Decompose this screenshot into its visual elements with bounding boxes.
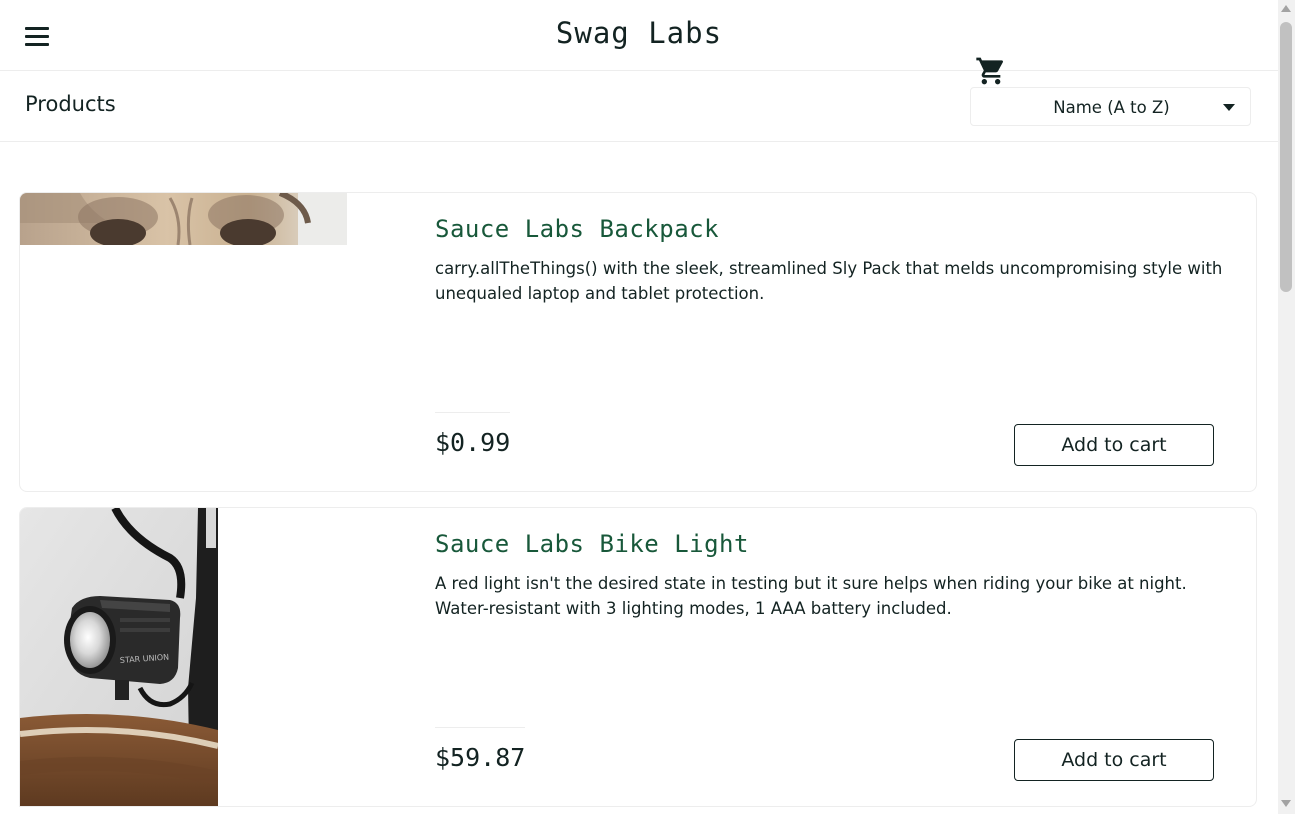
caret-down-icon <box>1223 104 1235 111</box>
item-price: $59.87 <box>435 743 526 772</box>
scrollbar-thumb[interactable] <box>1280 22 1292 292</box>
inventory-page: Swag Labs Products Name (A to Z) Sauce L… <box>0 0 1278 814</box>
inventory-item: Sauce Labs Backpack carry.allTheThings()… <box>19 192 1257 492</box>
item-price: $0.99 <box>435 428 511 457</box>
sort-dropdown[interactable]: Name (A to Z) <box>970 87 1251 126</box>
sort-selected-value: Name (A to Z) <box>1053 98 1170 117</box>
inventory-item: STAR UNION Sauce Labs Bike Light A red l… <box>19 507 1257 807</box>
page-title: Products <box>25 92 116 116</box>
item-description: A red light isn't the desired state in t… <box>435 574 1187 618</box>
price-divider <box>435 727 525 728</box>
add-to-cart-button[interactable]: Add to cart <box>1014 739 1214 781</box>
item-image-link[interactable]: STAR UNION <box>20 508 218 806</box>
item-name-link[interactable]: Sauce Labs Bike Light <box>435 530 749 558</box>
pug-dog-photo <box>20 193 347 245</box>
secondary-header: Products Name (A to Z) <box>0 71 1278 142</box>
price-divider <box>435 412 510 413</box>
bike-light-photo: STAR UNION <box>20 508 218 806</box>
add-to-cart-button[interactable]: Add to cart <box>1014 424 1214 466</box>
scroll-up-arrow-icon[interactable] <box>1281 5 1291 12</box>
item-name-link[interactable]: Sauce Labs Backpack <box>435 215 719 243</box>
scroll-down-arrow-icon[interactable] <box>1281 800 1291 807</box>
item-image-link[interactable] <box>20 193 347 245</box>
item-description: carry.allTheThings() with the sleek, str… <box>435 259 1223 303</box>
app-logo: Swag Labs <box>555 16 723 50</box>
vertical-scrollbar[interactable] <box>1278 0 1295 814</box>
primary-header: Swag Labs <box>0 0 1278 71</box>
